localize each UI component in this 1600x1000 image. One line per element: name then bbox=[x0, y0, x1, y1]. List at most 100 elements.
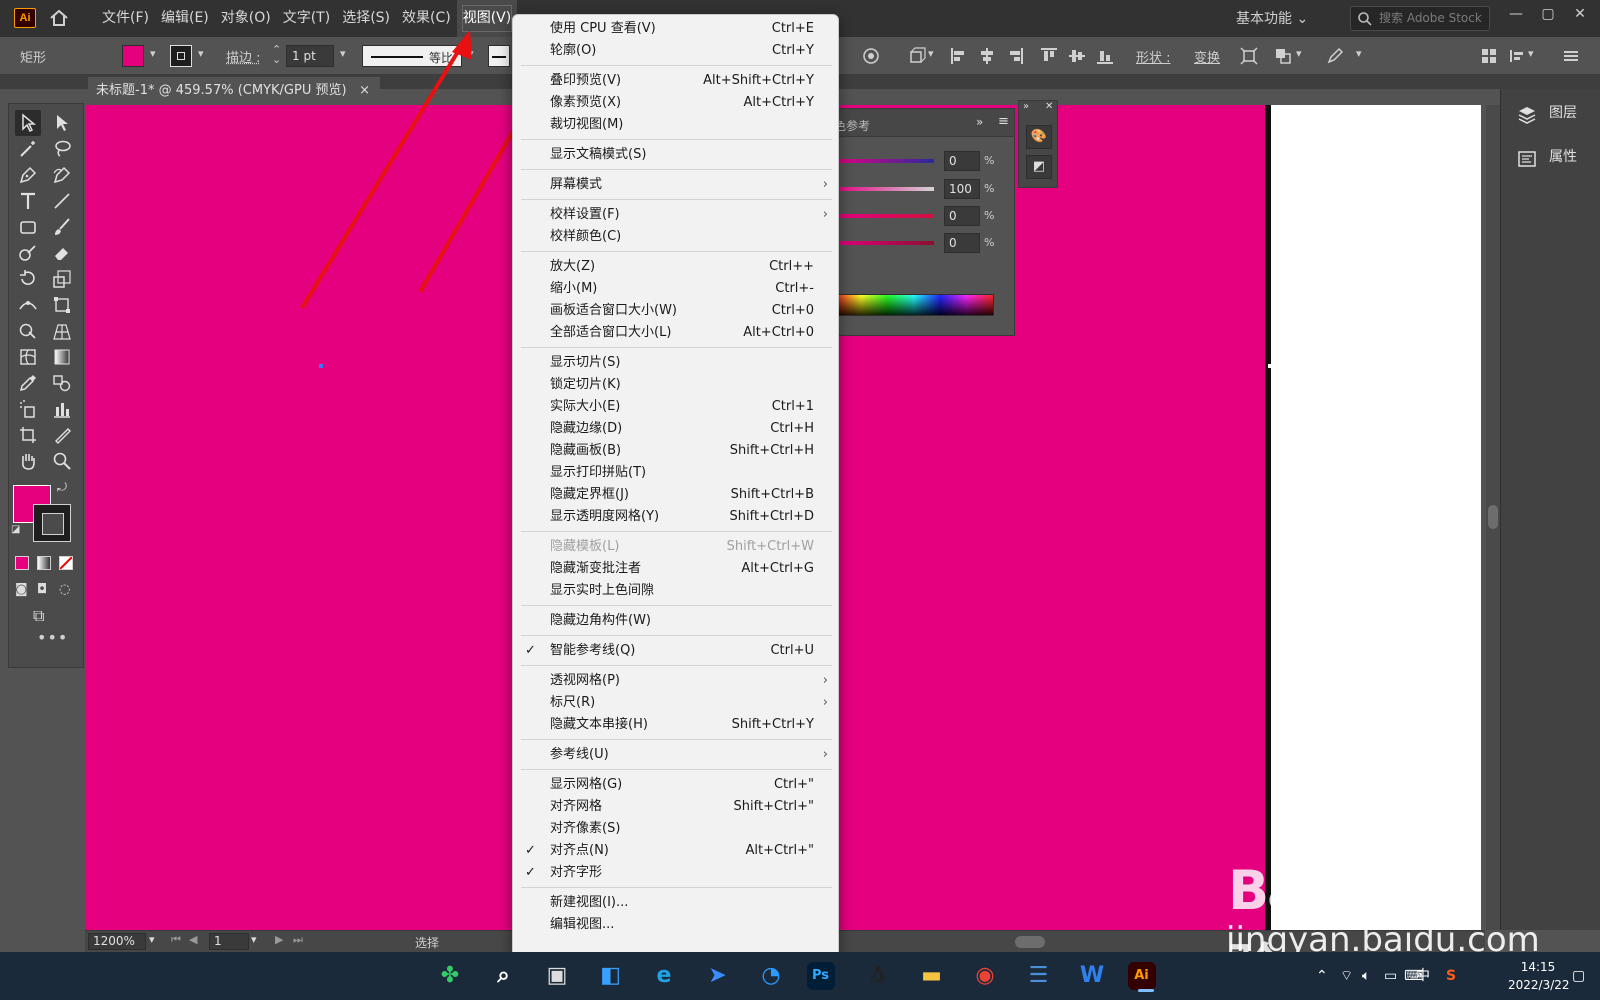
view-menu-item[interactable]: 放大(Z) Ctrl++ bbox=[513, 256, 840, 278]
gradient-mode-icon[interactable] bbox=[37, 556, 51, 570]
properties-panel-button[interactable]: 属性 bbox=[1509, 139, 1595, 175]
view-menu-item[interactable]: 对齐网格 Shift+Ctrl+" bbox=[513, 796, 840, 818]
edge-icon[interactable]: e bbox=[646, 958, 682, 994]
artboard-tool-icon[interactable] bbox=[15, 422, 41, 448]
view-menu-item[interactable]: 锁定切片(K) bbox=[513, 374, 840, 396]
task-view-icon[interactable]: ▣ bbox=[539, 958, 575, 994]
chevron-down-icon[interactable]: ▾ bbox=[150, 47, 156, 60]
artboard-white-area[interactable] bbox=[1271, 105, 1481, 930]
scale-tool-icon[interactable] bbox=[49, 266, 75, 292]
view-menu-item[interactable]: ✓ 对齐点(N) Alt+Ctrl+" bbox=[513, 840, 840, 862]
free-transform-tool-icon[interactable] bbox=[49, 292, 75, 318]
draw-normal-icon[interactable]: ◙ bbox=[15, 582, 28, 597]
edit-pencil-icon[interactable] bbox=[1326, 47, 1344, 65]
eyedropper-tool-icon[interactable] bbox=[15, 370, 41, 396]
view-menu-item[interactable]: 参考线(U) › bbox=[513, 744, 840, 766]
view-menu-item[interactable]: 缩小(M) Ctrl+- bbox=[513, 278, 840, 300]
expand-icon[interactable]: » bbox=[1023, 101, 1029, 112]
view-menu-item[interactable]: ✓ 智能参考线(Q) Ctrl+U bbox=[513, 640, 840, 662]
sogou-icon[interactable]: S bbox=[1446, 952, 1456, 1000]
menu-item[interactable]: 选择(S) bbox=[336, 0, 396, 37]
close-icon[interactable]: ✕ bbox=[1564, 0, 1596, 30]
layers-panel-button[interactable]: 图层 bbox=[1509, 95, 1595, 131]
taskbar-clock[interactable]: 14:15 2022/3/22 bbox=[1508, 958, 1570, 994]
perspective-grid-tool-icon[interactable] bbox=[49, 318, 75, 344]
menu-item[interactable]: 文字(T) bbox=[277, 0, 336, 37]
stroke-swatch[interactable] bbox=[170, 45, 192, 67]
view-menu-item[interactable]: 新建视图(I)... bbox=[513, 892, 840, 914]
illustrator-icon[interactable]: Ai bbox=[1127, 962, 1156, 992]
menu-item[interactable]: 效果(C) bbox=[396, 0, 457, 37]
stepper-icon[interactable]: ⌃ ⌄ bbox=[272, 44, 281, 65]
volume-icon[interactable]: 🔈︎ bbox=[1362, 952, 1370, 1000]
color-palette-icon[interactable]: 🎨 bbox=[1026, 125, 1052, 149]
arrange-icon[interactable] bbox=[1274, 47, 1292, 65]
view-menu-item[interactable]: 编辑视图... bbox=[513, 914, 840, 936]
color-slider-row[interactable]: 0% bbox=[834, 206, 1012, 230]
wps-icon[interactable]: W bbox=[1074, 958, 1110, 994]
recolor-icon[interactable] bbox=[862, 47, 880, 65]
start-icon[interactable]: ✤ bbox=[432, 958, 468, 994]
horizontal-scroll-thumb[interactable] bbox=[1015, 936, 1045, 948]
type-tool-icon[interactable] bbox=[15, 188, 41, 214]
selection-tool-icon[interactable] bbox=[15, 110, 41, 136]
search-icon[interactable]: ⌕ bbox=[486, 958, 522, 994]
fill-swatch[interactable] bbox=[122, 45, 144, 67]
menu-item[interactable]: 文件(F) bbox=[96, 0, 155, 37]
chevron-down-icon[interactable]: ▾ bbox=[340, 47, 346, 60]
distribute-icon[interactable] bbox=[1508, 47, 1526, 65]
view-menu-item[interactable]: 隐藏文本串接(H) Shift+Ctrl+Y bbox=[513, 714, 840, 736]
photoshop-icon[interactable]: Ps bbox=[806, 962, 835, 990]
chevron-down-icon[interactable]: ▾ bbox=[1528, 47, 1534, 60]
view-menu-item[interactable]: 像素预览(X) Alt+Ctrl+Y bbox=[513, 92, 840, 114]
color-slider-row[interactable]: 100% bbox=[834, 179, 1012, 203]
isolate-icon[interactable] bbox=[1240, 47, 1258, 65]
tray-chevron-icon[interactable]: ⌃ bbox=[1316, 952, 1328, 1000]
chevron-down-icon[interactable]: ▾ bbox=[468, 47, 474, 60]
align-center-icon[interactable] bbox=[978, 47, 996, 65]
view-menu-item[interactable]: 透视网格(P) › bbox=[513, 670, 840, 692]
color-value-field[interactable]: 0 bbox=[944, 151, 980, 171]
chevron-down-icon[interactable]: ▾ bbox=[198, 47, 204, 60]
view-menu-item[interactable]: 隐藏渐变批注者 Alt+Ctrl+G bbox=[513, 558, 840, 580]
close-icon[interactable]: ✕ bbox=[1045, 101, 1053, 112]
zoom-tool-icon[interactable] bbox=[49, 448, 75, 474]
color-slider-track[interactable] bbox=[834, 241, 934, 245]
stock-search-input[interactable]: 搜索 Adobe Stock bbox=[1350, 6, 1490, 31]
qq-icon[interactable]: 🐧︎ bbox=[860, 958, 896, 994]
minimize-icon[interactable]: — bbox=[1500, 0, 1532, 30]
view-menu-item[interactable]: 隐藏边缘(D) Ctrl+H bbox=[513, 418, 840, 440]
last-artboard-icon[interactable]: ⏭ bbox=[293, 933, 303, 947]
chevron-down-icon[interactable]: ▾ bbox=[928, 47, 934, 60]
wifi-icon[interactable]: ⌔ bbox=[1340, 952, 1353, 1000]
stroke-weight-field[interactable]: 1 pt bbox=[286, 45, 334, 67]
view-menu-item[interactable]: 显示网格(G) Ctrl+" bbox=[513, 774, 840, 796]
maximize-icon[interactable]: ▢ bbox=[1532, 0, 1564, 30]
color-value-field[interactable]: 0 bbox=[944, 233, 980, 253]
default-colors-icon[interactable]: ◪ bbox=[11, 524, 20, 535]
battery-icon[interactable]: ▭ bbox=[1384, 952, 1397, 1000]
paintbrush-tool-icon[interactable] bbox=[49, 214, 75, 240]
zoom-level-field[interactable]: 1200% bbox=[88, 933, 146, 950]
color-spectrum[interactable] bbox=[834, 294, 994, 316]
line-tool-icon[interactable] bbox=[49, 188, 75, 214]
draw-inside-icon[interactable]: ◌ bbox=[59, 582, 70, 597]
curvature-tool-icon[interactable] bbox=[49, 162, 75, 188]
color-slider-track[interactable] bbox=[834, 214, 934, 218]
view-menu-item[interactable]: 裁切视图(M) bbox=[513, 114, 840, 136]
align-top-icon[interactable] bbox=[1040, 47, 1058, 65]
direct-selection-tool-icon[interactable] bbox=[49, 110, 75, 136]
color-slider-row[interactable]: 0% bbox=[834, 151, 1012, 175]
align-middle-icon[interactable] bbox=[1068, 47, 1086, 65]
view-menu-item[interactable]: 实际大小(E) Ctrl+1 bbox=[513, 396, 840, 418]
view-menu-item[interactable]: 显示实时上色间隙 bbox=[513, 580, 840, 602]
brush-select[interactable] bbox=[488, 45, 510, 67]
scroll-thumb[interactable] bbox=[1488, 505, 1498, 529]
view-menu-item[interactable]: 显示打印拼贴(T) bbox=[513, 462, 840, 484]
view-menu-item[interactable]: 显示透明度网格(Y) Shift+Ctrl+D bbox=[513, 506, 840, 528]
view-menu-item[interactable]: 校样设置(F) › bbox=[513, 204, 840, 226]
mesh-tool-icon[interactable] bbox=[15, 344, 41, 370]
view-menu-item[interactable]: 屏幕模式 › bbox=[513, 174, 840, 196]
first-artboard-icon[interactable]: ⏮ bbox=[171, 933, 181, 947]
align-bottom-icon[interactable] bbox=[1096, 47, 1114, 65]
